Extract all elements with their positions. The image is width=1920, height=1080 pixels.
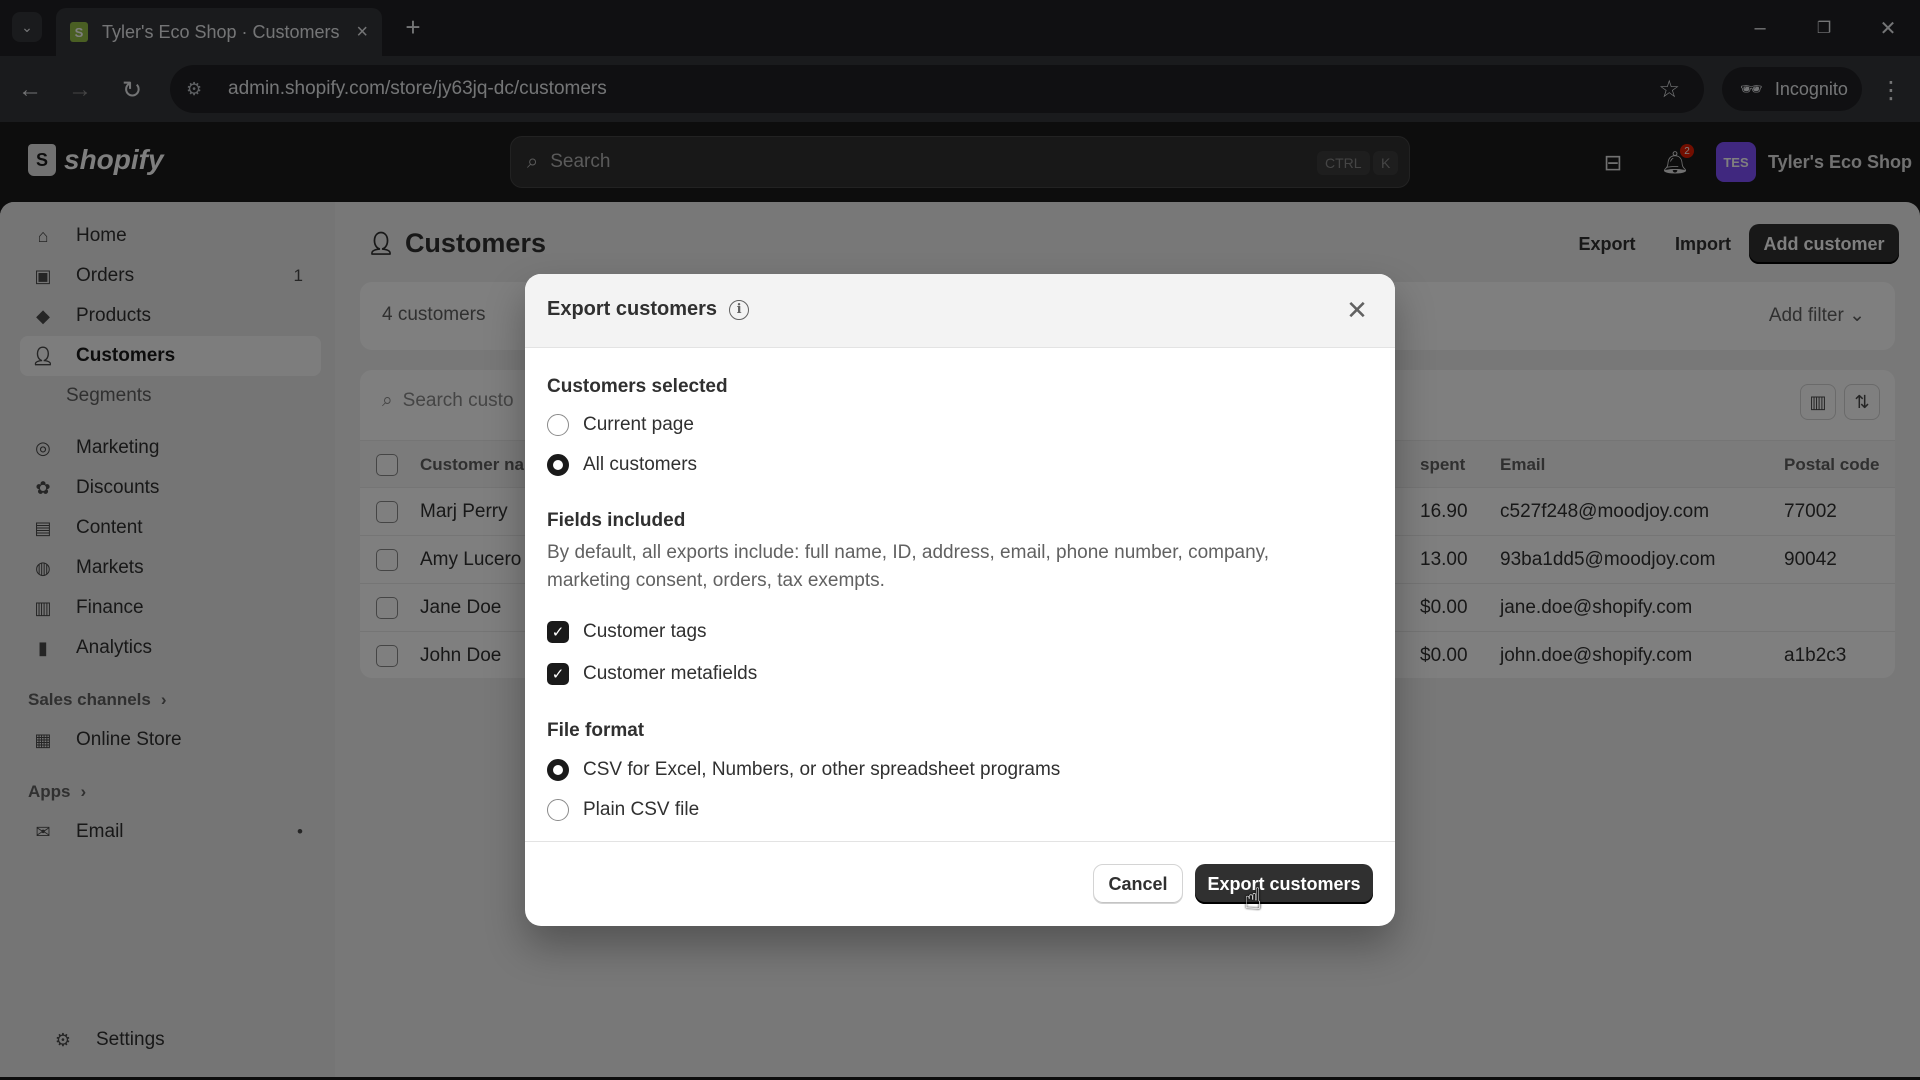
- export-customers-modal: Export customers i ✕ Customers selected …: [525, 274, 1395, 926]
- customers-selected-heading: Customers selected: [547, 376, 728, 398]
- radio-plain-csv[interactable]: Plain CSV file: [547, 799, 699, 821]
- modal-title: Export customers i: [547, 298, 749, 321]
- modal-title-text: Export customers: [547, 298, 717, 321]
- modal-header: Export customers i ✕: [525, 274, 1395, 348]
- checkbox-customer-metafields[interactable]: ✓ Customer metafields: [547, 663, 757, 685]
- cancel-button[interactable]: Cancel: [1093, 864, 1183, 904]
- hand-cursor-icon: ☝: [1244, 882, 1262, 917]
- radio-button-selected[interactable]: [547, 454, 569, 476]
- checkbox-label: Customer metafields: [583, 663, 757, 685]
- radio-button-selected[interactable]: [547, 759, 569, 781]
- radio-label: Current page: [583, 414, 694, 436]
- export-customers-button[interactable]: Export customers: [1195, 864, 1373, 904]
- checkbox-customer-tags[interactable]: ✓ Customer tags: [547, 621, 707, 643]
- close-icon[interactable]: ✕: [1341, 294, 1373, 326]
- radio-label: CSV for Excel, Numbers, or other spreads…: [583, 759, 1060, 781]
- radio-label: Plain CSV file: [583, 799, 699, 821]
- checkmark-icon[interactable]: ✓: [547, 621, 569, 643]
- info-icon[interactable]: i: [729, 300, 749, 320]
- radio-label: All customers: [583, 454, 697, 476]
- radio-current-page[interactable]: Current page: [547, 414, 694, 436]
- file-format-heading: File format: [547, 720, 644, 742]
- fields-included-heading: Fields included: [547, 510, 685, 532]
- radio-csv-excel[interactable]: CSV for Excel, Numbers, or other spreads…: [547, 759, 1060, 781]
- radio-button[interactable]: [547, 414, 569, 436]
- radio-button[interactable]: [547, 799, 569, 821]
- fields-description: By default, all exports include: full na…: [547, 539, 1347, 595]
- modal-footer: Cancel Export customers: [525, 841, 1395, 926]
- checkbox-label: Customer tags: [583, 621, 707, 643]
- radio-all-customers[interactable]: All customers: [547, 454, 697, 476]
- checkmark-icon[interactable]: ✓: [547, 663, 569, 685]
